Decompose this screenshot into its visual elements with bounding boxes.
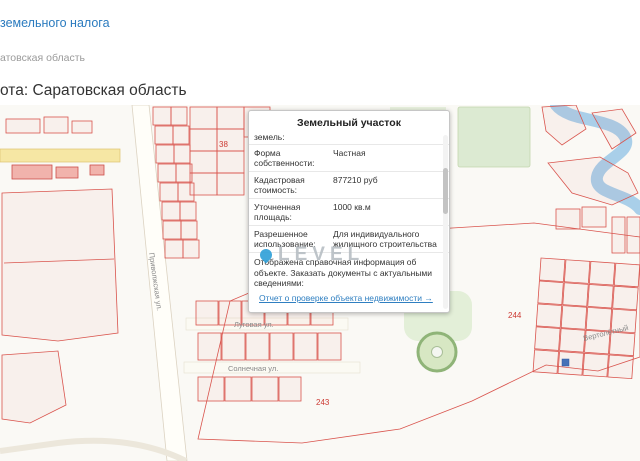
row-label: Форма собственности: [254, 148, 315, 168]
popup-row: Разрешенное использование: Для индивидуа… [249, 226, 449, 253]
row-value: 877210 руб [333, 175, 378, 185]
popup-row: Кадастровая стоимость: 877210 руб [249, 172, 449, 199]
row-value: Для индивидуального жилищного строительс… [333, 229, 437, 249]
page: земельного налога атовская область ота: … [0, 0, 640, 461]
popup-title: Земельный участок [297, 117, 401, 129]
parcel-info-popup: Земельный участок земель: Форма собствен… [248, 110, 450, 313]
yellow-road [0, 148, 121, 163]
top-nav-link[interactable]: земельного налога [0, 16, 110, 30]
popup-row: Уточненная площадь: 1000 кв.м [249, 199, 449, 226]
street-label-solnechnaya: Солнечная ул. [228, 364, 278, 373]
breadcrumb: атовская область [0, 52, 85, 64]
row-value-partial [331, 132, 449, 144]
report-link[interactable]: Отчет о проверке объекта недвижимости → [249, 292, 449, 312]
row-label-partial: земель: [254, 132, 285, 142]
parcel-number-38: 38 [219, 140, 228, 149]
row-label: Уточненная площадь: [254, 202, 301, 222]
map-marker[interactable] [561, 358, 570, 367]
popup-note: Отображена справочная информация об объе… [254, 257, 433, 289]
row-label: Разрешенное использование: [254, 229, 316, 249]
popup-row-partial: земель: [249, 132, 449, 145]
row-value: Частная [333, 148, 366, 158]
parcel-number-244: 244 [508, 311, 522, 320]
page-title: ота: Саратовская область [0, 82, 187, 99]
parcel-number-243: 243 [316, 398, 330, 407]
row-value: 1000 кв.м [333, 202, 371, 212]
popup-row: Форма собственности: Частная [249, 145, 449, 172]
street-label-lugovaya: Луговая ул. [234, 320, 274, 329]
popup-scrollbar-thumb[interactable] [443, 168, 448, 214]
map-container[interactable]: Приволжская ул. Луговая ул. Солнечная ул… [0, 105, 640, 461]
popup-scrollbar[interactable] [443, 135, 448, 309]
row-label: Кадастровая стоимость: [254, 175, 305, 195]
